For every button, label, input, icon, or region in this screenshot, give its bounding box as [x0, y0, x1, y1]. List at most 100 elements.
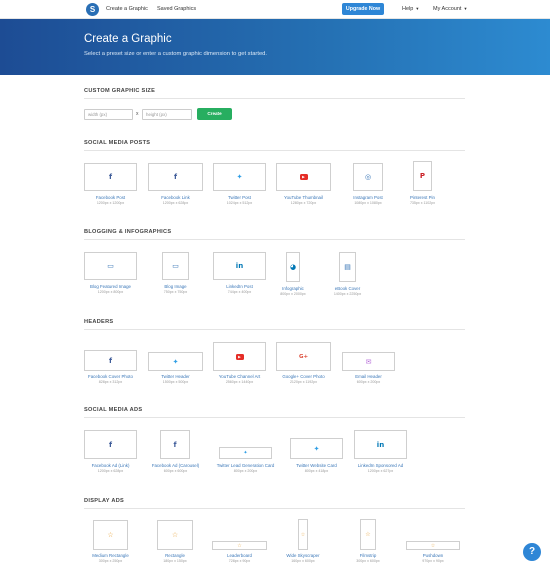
- preset-blog-image[interactable]: ▭: [162, 252, 189, 280]
- preset-label[interactable]: Rectangle: [150, 553, 200, 558]
- preset-label[interactable]: Google+ Cover Photo: [272, 374, 335, 379]
- preset-label[interactable]: Facebook Ad (Link): [80, 463, 141, 468]
- preset-facebook-cover[interactable]: f: [84, 350, 137, 371]
- preset-label[interactable]: Blog Featured Image: [80, 284, 141, 289]
- divider: [84, 417, 465, 418]
- account-menu-label: My Account: [433, 6, 462, 12]
- facebook-icon: f: [173, 440, 177, 449]
- preset-pinterest-pin[interactable]: P: [413, 161, 432, 191]
- create-button[interactable]: Create: [197, 108, 232, 120]
- facebook-icon: f: [108, 440, 113, 449]
- preset-dimensions: 300px x 250px: [98, 559, 123, 563]
- monitor-icon: ▭: [172, 262, 179, 270]
- preset-label[interactable]: Email Header: [342, 374, 395, 379]
- star-icon: ☆: [300, 531, 306, 538]
- preset-dimensions: 600px x 200px: [356, 380, 381, 384]
- preset-label[interactable]: YouTube Channel Art: [207, 374, 272, 379]
- preset-facebook-ad-link[interactable]: f: [84, 430, 137, 459]
- preset-medium-rectangle[interactable]: ☆: [93, 520, 128, 550]
- preset-linkedin-sponsored-ad[interactable]: in: [354, 430, 407, 459]
- facebook-icon: f: [108, 356, 113, 365]
- hero-banner: Create a Graphic Select a preset size or…: [0, 19, 550, 75]
- preset-youtube-thumbnail[interactable]: ▶: [276, 163, 331, 191]
- divider: [84, 98, 465, 99]
- preset-label[interactable]: Wide Skyscraper: [278, 553, 328, 558]
- preset-label[interactable]: Twitter Website Card: [286, 463, 347, 468]
- height-input[interactable]: height (px): [142, 109, 192, 120]
- preset-label[interactable]: YouTube Thumbnail: [276, 195, 331, 200]
- help-chat-button[interactable]: ?: [523, 543, 541, 561]
- preset-google-plus-cover[interactable]: G+: [276, 342, 331, 371]
- preset-twitter-website-card[interactable]: ✦: [290, 438, 343, 459]
- google-plus-icon: G+: [298, 353, 309, 360]
- preset-label[interactable]: Twitter Lead Generation Card: [211, 463, 280, 468]
- width-input[interactable]: width (px): [84, 109, 133, 120]
- preset-email-header[interactable]: ✉: [342, 352, 395, 371]
- preset-infographic[interactable]: ◕: [286, 252, 300, 282]
- instagram-icon: ◎: [364, 173, 372, 181]
- preset-dimensions: 1200px x 628px: [97, 469, 124, 473]
- section-title-social: SOCIAL MEDIA POSTS: [84, 140, 151, 146]
- preset-label[interactable]: Infographic: [270, 286, 316, 291]
- book-icon: ▤: [344, 263, 351, 271]
- preset-label[interactable]: Blog Image: [150, 284, 201, 289]
- help-menu[interactable]: Help ▼: [402, 6, 419, 12]
- preset-facebook-ad-carousel[interactable]: f: [160, 430, 190, 459]
- preset-dimensions: 600px x 600px: [163, 469, 188, 473]
- preset-label[interactable]: Leaderboard: [212, 553, 267, 558]
- nav-create-graphic[interactable]: Create a Graphic: [106, 6, 148, 12]
- preset-label[interactable]: Twitter Header: [148, 374, 203, 379]
- preset-label[interactable]: Facebook Ad (Carousel): [144, 463, 207, 468]
- preset-label[interactable]: Facebook Post: [84, 195, 137, 200]
- preset-label[interactable]: Twitter Post: [213, 195, 266, 200]
- preset-dimensions: 1200px x 628px: [162, 201, 189, 205]
- nav-saved-graphics[interactable]: Saved Graphics: [157, 6, 196, 12]
- preset-pushdown[interactable]: ☆: [406, 541, 460, 550]
- preset-label[interactable]: Medium Rectangle: [80, 553, 141, 558]
- preset-facebook-post[interactable]: f: [84, 163, 137, 191]
- preset-twitter-lead-card[interactable]: ✦: [219, 447, 272, 459]
- preset-label[interactable]: LinkedIn Sponsored Ad: [350, 463, 411, 468]
- preset-filmstrip[interactable]: ☆: [360, 519, 376, 550]
- preset-label[interactable]: LinkedIn Post: [213, 284, 266, 289]
- preset-label[interactable]: Facebook Link: [148, 195, 203, 200]
- preset-label[interactable]: eBook Cover: [325, 286, 370, 291]
- upgrade-button[interactable]: Upgrade Now: [342, 3, 384, 15]
- preset-facebook-link[interactable]: f: [148, 163, 203, 191]
- preset-label[interactable]: Facebook Cover Photo: [80, 374, 141, 379]
- preset-rectangle[interactable]: ☆: [157, 520, 193, 550]
- preset-wide-skyscraper[interactable]: ☆: [298, 519, 308, 550]
- section-title-headers: HEADERS: [84, 319, 114, 325]
- preset-linkedin-post[interactable]: in: [213, 252, 266, 280]
- preset-leaderboard[interactable]: ☆: [212, 541, 267, 550]
- divider: [84, 239, 465, 240]
- preset-instagram-post[interactable]: ◎: [353, 163, 383, 191]
- preset-twitter-post[interactable]: ✦: [213, 163, 266, 191]
- preset-dimensions: 1080px x 1080px: [354, 201, 382, 205]
- chevron-down-icon: ▼: [463, 6, 468, 11]
- logo-icon[interactable]: S: [86, 3, 99, 16]
- preset-dimensions: 180px x 150px: [163, 559, 187, 563]
- section-title-ads: SOCIAL MEDIA ADS: [84, 407, 143, 413]
- page-subtitle: Select a preset size or enter a custom g…: [84, 51, 268, 57]
- twitter-icon: ✦: [243, 450, 248, 456]
- star-icon: ☆: [430, 542, 436, 549]
- preset-ebook-cover[interactable]: ▤: [339, 252, 356, 282]
- preset-dimensions: 750px x 750px: [163, 290, 188, 294]
- preset-blog-featured-image[interactable]: ▭: [84, 252, 137, 280]
- preset-dimensions: 800px x 2000px: [280, 292, 306, 296]
- preset-dimensions: 800px x 418px: [304, 469, 329, 473]
- preset-label[interactable]: Instagram Post: [340, 195, 396, 200]
- preset-youtube-channel-art[interactable]: ▶: [213, 342, 266, 371]
- account-menu[interactable]: My Account ▼: [433, 6, 467, 12]
- preset-label[interactable]: Filmstrip: [345, 553, 391, 558]
- preset-dimensions: 970px x 90px: [422, 559, 444, 563]
- preset-label[interactable]: Pinterest Pin: [400, 195, 445, 200]
- youtube-icon: ▶: [299, 174, 308, 180]
- star-icon: ☆: [171, 531, 179, 539]
- chevron-down-icon: ▼: [415, 6, 420, 11]
- preset-twitter-header[interactable]: ✦: [148, 352, 203, 371]
- preset-label[interactable]: Pushdown: [406, 553, 460, 558]
- preset-dimensions: 2120px x 1192px: [289, 380, 318, 384]
- divider: [84, 150, 465, 151]
